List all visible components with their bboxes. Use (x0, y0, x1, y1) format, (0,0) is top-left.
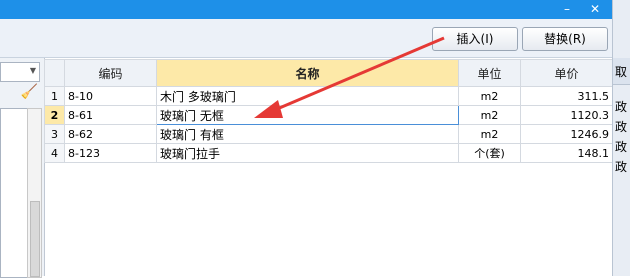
row-code[interactable]: 8-123 (64, 143, 157, 163)
row-unit[interactable]: m2 (458, 124, 521, 144)
row-unit[interactable]: 个(套) (458, 143, 521, 163)
right-panel-item[interactable]: 政 (615, 158, 627, 175)
header-code[interactable]: 编码 (64, 59, 157, 87)
chevron-down-icon: ▼ (29, 66, 36, 75)
right-panel-header: 取 (613, 58, 630, 85)
row-index: 1 (44, 86, 65, 106)
row-code[interactable]: 8-10 (64, 86, 157, 106)
title-bar: – ✕ (0, 0, 612, 19)
right-panel-item[interactable]: 政 (615, 118, 627, 135)
row-index: 2 (44, 105, 65, 125)
row-index: 4 (44, 143, 65, 163)
table-row[interactable]: 3 8-62 玻璃门 有框 m2 1246.9 (44, 124, 613, 144)
right-panel: 取 政 政 政 政 (612, 0, 630, 276)
header-index (44, 59, 65, 87)
replace-button[interactable]: 替换(R) (522, 27, 608, 51)
table-header-row: 编码 名称 单位 单价 (44, 59, 613, 87)
left-scrollbar[interactable] (27, 108, 42, 278)
header-name[interactable]: 名称 (156, 59, 459, 87)
row-price[interactable]: 148.1 (520, 143, 613, 163)
toolbar: 插入(I) 替换(R) (0, 19, 612, 58)
header-price[interactable]: 单价 (520, 59, 613, 87)
row-name[interactable]: 木门 多玻璃门 (156, 86, 459, 106)
minimize-button[interactable]: – (556, 0, 578, 19)
row-name[interactable]: 玻璃门 有框 (156, 124, 459, 144)
table-row-selected[interactable]: 2 8-61 玻璃门 无框 m2 1120.3 (44, 105, 613, 125)
right-panel-item[interactable]: 政 (615, 138, 627, 155)
row-name[interactable]: 玻璃门 无框 (156, 105, 459, 125)
row-index: 3 (44, 124, 65, 144)
close-button[interactable]: ✕ (584, 0, 606, 19)
row-unit[interactable]: m2 (458, 105, 521, 125)
row-unit[interactable]: m2 (458, 86, 521, 106)
row-name[interactable]: 玻璃门拉手 (156, 143, 459, 163)
category-dropdown[interactable]: ▼ (0, 62, 40, 82)
scrollbar-thumb[interactable] (30, 201, 40, 277)
right-panel-header-text: 取 (615, 65, 628, 79)
row-code[interactable]: 8-61 (64, 105, 157, 125)
row-price[interactable]: 311.5 (520, 86, 613, 106)
broom-icon[interactable]: 🧹 (8, 84, 38, 104)
header-unit[interactable]: 单位 (458, 59, 521, 87)
chapter-tree[interactable] (0, 108, 28, 278)
quota-table: 编码 名称 单位 单价 1 8-10 木门 多玻璃门 m2 311.5 2 8-… (44, 59, 613, 163)
row-price[interactable]: 1246.9 (520, 124, 613, 144)
left-panel: ▼ 🧹 (0, 58, 45, 278)
table-row[interactable]: 4 8-123 玻璃门拉手 个(套) 148.1 (44, 143, 613, 163)
right-panel-item[interactable]: 政 (615, 98, 627, 115)
insert-button[interactable]: 插入(I) (432, 27, 518, 51)
table-row[interactable]: 1 8-10 木门 多玻璃门 m2 311.5 (44, 86, 613, 106)
row-price[interactable]: 1120.3 (520, 105, 613, 125)
row-code[interactable]: 8-62 (64, 124, 157, 144)
